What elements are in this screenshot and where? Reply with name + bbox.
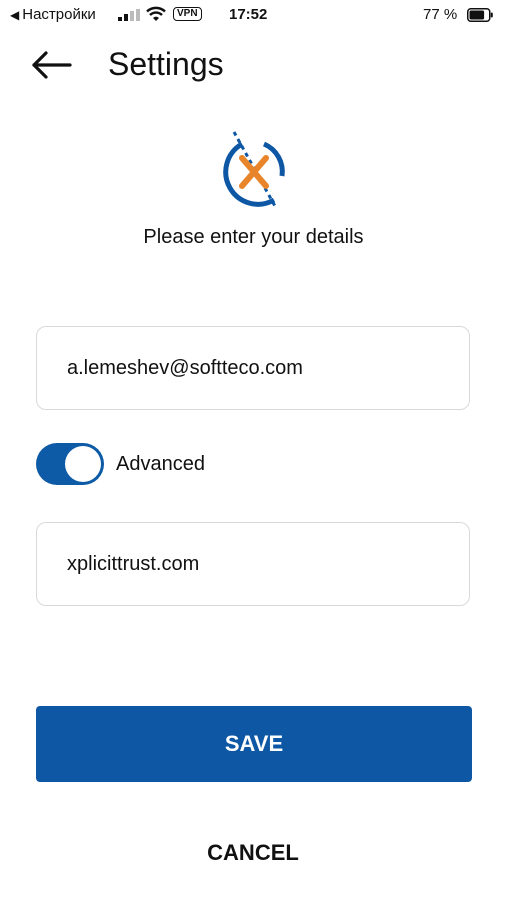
email-field[interactable] (36, 326, 470, 410)
xplicittrust-logo-icon (223, 131, 285, 209)
server-field[interactable] (36, 522, 470, 606)
status-back-app-label: Настройки (22, 6, 96, 23)
subtitle-text: Please enter your details (143, 226, 364, 248)
advanced-toggle[interactable] (36, 443, 104, 485)
app-header: Settings (0, 36, 507, 96)
cellular-signal-icon (118, 9, 140, 21)
save-button[interactable]: SAVE (36, 706, 472, 782)
status-back-to-app[interactable]: ◀ Настройки (10, 6, 96, 23)
status-time: 17:52 (229, 6, 268, 23)
page-title: Settings (108, 46, 224, 82)
advanced-label: Advanced (116, 452, 205, 475)
cancel-button[interactable]: CANCEL (153, 828, 353, 878)
battery-percent: 77 % (423, 6, 458, 23)
email-input[interactable] (67, 327, 447, 409)
back-caret-icon: ◀ (10, 7, 20, 22)
status-bar: ◀ Настройки VPN 17:52 77 % (0, 0, 507, 32)
advanced-toggle-row: Advanced (36, 442, 205, 486)
toggle-knob (65, 446, 101, 482)
wifi-icon (146, 6, 166, 21)
vpn-badge: VPN (173, 7, 202, 21)
server-input[interactable] (67, 523, 447, 605)
battery-icon (467, 8, 493, 22)
arrow-left-icon[interactable] (30, 48, 74, 82)
